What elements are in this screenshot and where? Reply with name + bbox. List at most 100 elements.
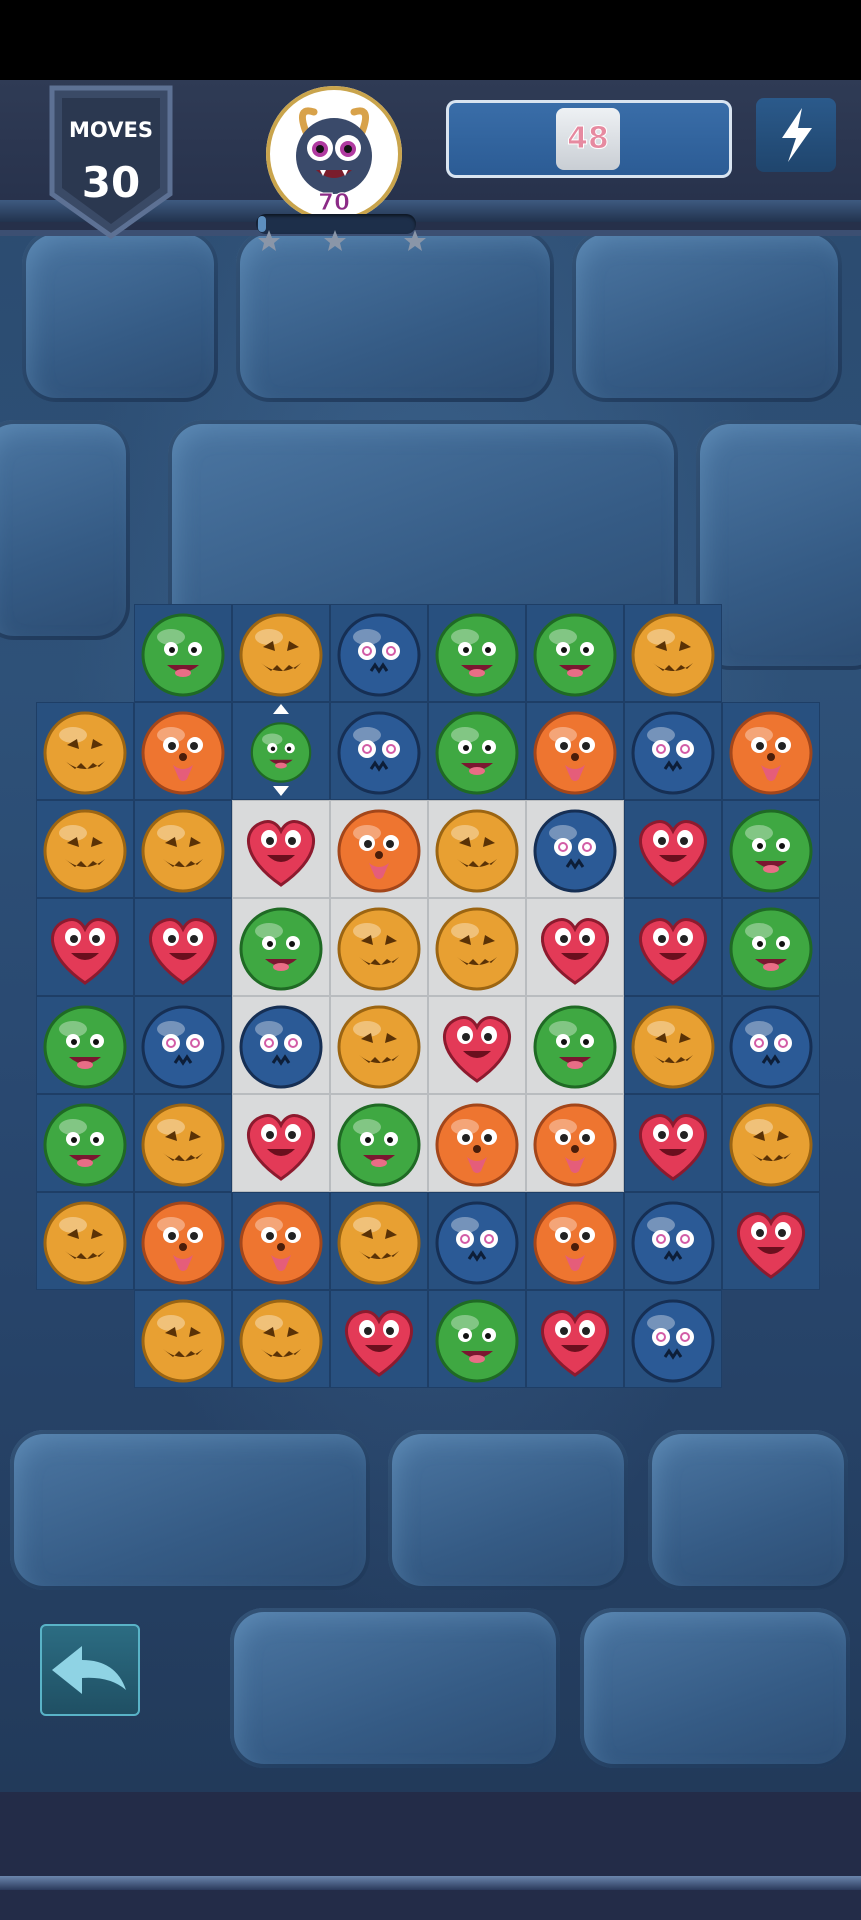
board-cell[interactable] — [624, 1192, 722, 1290]
green-monster-piece[interactable] — [723, 899, 819, 995]
board-cell[interactable] — [526, 1192, 624, 1290]
blue-monster-piece[interactable] — [625, 1291, 721, 1387]
board-cell[interactable] — [722, 702, 820, 800]
board-cell[interactable] — [134, 604, 232, 702]
board-cell[interactable] — [36, 996, 134, 1094]
board-cell[interactable] — [134, 1290, 232, 1388]
pumpkin-monster-piece[interactable] — [429, 899, 525, 995]
board-cell[interactable] — [330, 898, 428, 996]
board-cell[interactable] — [232, 1192, 330, 1290]
board-cell[interactable] — [722, 1094, 820, 1192]
pumpkin-monster-piece[interactable] — [233, 605, 329, 701]
board-cell[interactable] — [526, 1290, 624, 1388]
board-cell[interactable] — [624, 996, 722, 1094]
green-monster-piece[interactable] — [233, 899, 329, 995]
green-monster-piece[interactable] — [135, 605, 231, 701]
board-cell[interactable] — [330, 1290, 428, 1388]
board-cell[interactable] — [428, 1094, 526, 1192]
pumpkin-monster-piece[interactable] — [233, 1291, 329, 1387]
board-cell[interactable] — [36, 1192, 134, 1290]
pumpkin-monster-piece[interactable] — [135, 1291, 231, 1387]
green-monster-piece[interactable] — [429, 703, 525, 799]
pumpkin-monster-piece[interactable] — [429, 801, 525, 897]
board-cell[interactable] — [134, 898, 232, 996]
board-cell[interactable] — [428, 898, 526, 996]
orange-monster-piece[interactable] — [527, 703, 623, 799]
green-monster-piece[interactable] — [723, 801, 819, 897]
blue-monster-piece[interactable] — [331, 703, 427, 799]
green-monster-piece[interactable] — [246, 716, 316, 786]
blue-monster-piece[interactable] — [625, 1193, 721, 1289]
board-cell[interactable] — [624, 702, 722, 800]
board-cell[interactable] — [428, 800, 526, 898]
orange-monster-piece[interactable] — [429, 1095, 525, 1191]
board-cell[interactable] — [134, 800, 232, 898]
heart-monster-piece[interactable] — [527, 1291, 623, 1387]
board-cell[interactable] — [36, 1094, 134, 1192]
board-cell[interactable] — [330, 1094, 428, 1192]
board-cell[interactable] — [232, 996, 330, 1094]
board-cell[interactable] — [624, 898, 722, 996]
board-cell[interactable] — [134, 1094, 232, 1192]
board-cell[interactable] — [722, 1192, 820, 1290]
pumpkin-monster-piece[interactable] — [625, 605, 721, 701]
board-cell[interactable] — [526, 702, 624, 800]
board-cell[interactable] — [232, 898, 330, 996]
board-cell[interactable] — [526, 1094, 624, 1192]
blue-monster-piece[interactable] — [625, 703, 721, 799]
heart-monster-piece[interactable] — [625, 801, 721, 897]
orange-monster-piece[interactable] — [527, 1193, 623, 1289]
heart-monster-piece[interactable] — [135, 899, 231, 995]
blue-monster-piece[interactable] — [233, 997, 329, 1093]
board-cell[interactable] — [722, 800, 820, 898]
blue-monster-piece[interactable] — [527, 801, 623, 897]
heart-monster-piece[interactable] — [625, 1095, 721, 1191]
board-cell[interactable] — [624, 604, 722, 702]
board-cell[interactable] — [624, 1290, 722, 1388]
pumpkin-monster-piece[interactable] — [723, 1095, 819, 1191]
pumpkin-monster-piece[interactable] — [135, 1095, 231, 1191]
blue-monster-piece[interactable] — [135, 997, 231, 1093]
board-cell[interactable] — [330, 702, 428, 800]
pumpkin-monster-piece[interactable] — [331, 997, 427, 1093]
board-cell[interactable] — [722, 898, 820, 996]
orange-monster-piece[interactable] — [331, 801, 427, 897]
heart-monster-piece[interactable] — [625, 899, 721, 995]
board-cell[interactable] — [526, 800, 624, 898]
board-cell[interactable] — [134, 996, 232, 1094]
orange-monster-piece[interactable] — [527, 1095, 623, 1191]
orange-monster-piece[interactable] — [135, 1193, 231, 1289]
orange-monster-piece[interactable] — [233, 1193, 329, 1289]
board-cell[interactable] — [624, 800, 722, 898]
heart-monster-piece[interactable] — [37, 899, 133, 995]
board-cell[interactable] — [134, 1192, 232, 1290]
pumpkin-monster-piece[interactable] — [37, 703, 133, 799]
board-cell[interactable] — [232, 800, 330, 898]
board-cell[interactable] — [428, 604, 526, 702]
board-cell[interactable] — [428, 1290, 526, 1388]
heart-monster-piece[interactable] — [233, 1095, 329, 1191]
green-monster-piece[interactable] — [37, 997, 133, 1093]
orange-monster-piece[interactable] — [723, 703, 819, 799]
board-cell[interactable] — [526, 604, 624, 702]
pumpkin-monster-piece[interactable] — [37, 801, 133, 897]
board-cell[interactable] — [330, 1192, 428, 1290]
board-cell[interactable] — [232, 702, 330, 800]
board-cell[interactable] — [330, 604, 428, 702]
board-cell[interactable] — [428, 996, 526, 1094]
orange-monster-piece[interactable] — [135, 703, 231, 799]
pumpkin-monster-piece[interactable] — [135, 801, 231, 897]
heart-monster-piece[interactable] — [233, 801, 329, 897]
blue-monster-piece[interactable] — [331, 605, 427, 701]
pumpkin-monster-piece[interactable] — [37, 1193, 133, 1289]
board-cell[interactable] — [232, 1094, 330, 1192]
board-cell[interactable] — [36, 898, 134, 996]
pumpkin-monster-piece[interactable] — [331, 1193, 427, 1289]
green-monster-piece[interactable] — [527, 997, 623, 1093]
board-cell[interactable] — [36, 800, 134, 898]
blue-monster-piece[interactable] — [723, 997, 819, 1093]
green-monster-piece[interactable] — [331, 1095, 427, 1191]
board-cell[interactable] — [624, 1094, 722, 1192]
board-cell[interactable] — [330, 996, 428, 1094]
board-cell[interactable] — [428, 1192, 526, 1290]
